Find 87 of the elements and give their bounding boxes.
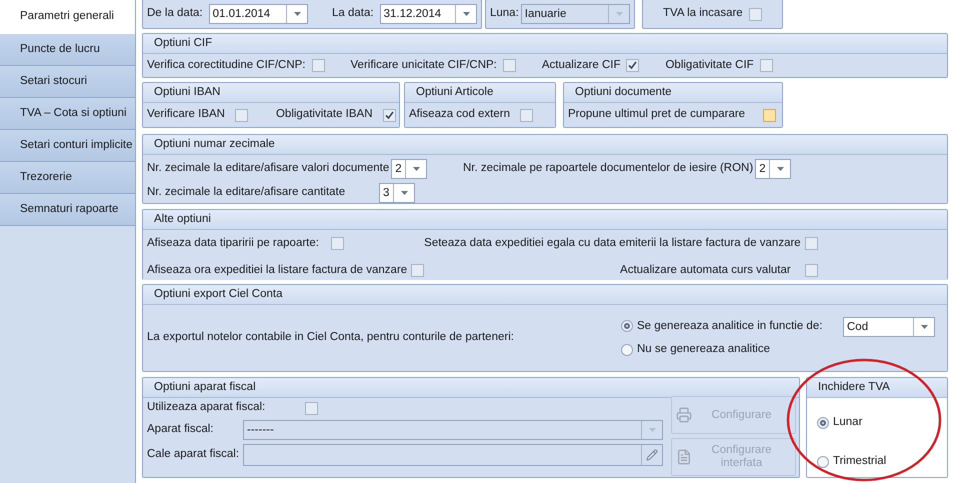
dropdown-value: ------- bbox=[246, 423, 275, 438]
checkbox[interactable] bbox=[763, 108, 776, 122]
dropdown-value: 2 bbox=[394, 162, 403, 177]
checkbox[interactable] bbox=[804, 237, 818, 250]
caret-icon bbox=[920, 325, 928, 329]
option-label: Afiseaza ora expeditiei la listare factura de vanzare bbox=[147, 263, 408, 278]
caret-icon bbox=[412, 167, 420, 171]
panel-title: Optiuni export Ciel Conta bbox=[154, 286, 282, 302]
panel-title: Optiuni Articole bbox=[416, 84, 494, 100]
caret-icon bbox=[400, 191, 408, 195]
caret-icon bbox=[648, 428, 656, 432]
panel-title: Optiuni documente bbox=[575, 84, 672, 100]
option-label: Actualizare CIF bbox=[542, 58, 620, 73]
radio-label: Se genereaza analitice in functie de: bbox=[637, 318, 822, 334]
sidebar-item[interactable]: Semnaturi rapoarte bbox=[0, 194, 135, 226]
dropdown-field[interactable]: 2 bbox=[755, 159, 792, 179]
radio-button[interactable] bbox=[621, 344, 633, 356]
radio-button[interactable] bbox=[817, 456, 829, 468]
radio-label: Nu se genereaza analitice bbox=[637, 342, 770, 357]
export-description: La exportul notelor contabile in Ciel Conta, pentru conturile de parteneri: bbox=[147, 330, 515, 346]
checkbox[interactable] bbox=[312, 59, 325, 72]
checkbox[interactable] bbox=[760, 59, 773, 72]
dropdown-field[interactable]: 01.01.2014 bbox=[208, 4, 308, 24]
option-label: Afiseaza data tiparirii pe rapoarte: bbox=[147, 236, 319, 251]
dropdown-value: Cod bbox=[846, 320, 870, 335]
field-label: Cale aparat fiscal: bbox=[147, 447, 240, 462]
field-label: Nr. zecimale la editare/afisare cantitate bbox=[147, 185, 346, 200]
document-icon bbox=[676, 449, 692, 465]
field-label: Nr. zecimale la editare/afisare valori documente bbox=[147, 161, 390, 176]
sidebar-item[interactable]: Trezorerie bbox=[0, 162, 135, 194]
option-label: Obligativitate CIF bbox=[665, 58, 754, 73]
caret-icon bbox=[776, 167, 784, 171]
caret-icon bbox=[462, 12, 470, 16]
sidebar-item[interactable]: Setari stocuri bbox=[0, 66, 135, 98]
dropdown-field[interactable]: 3 bbox=[379, 183, 415, 203]
option-label: TVA la incasare bbox=[663, 6, 743, 22]
caret-icon bbox=[294, 12, 301, 16]
dropdown-value: Ianuarie bbox=[524, 7, 568, 22]
checkbox[interactable] bbox=[502, 59, 516, 72]
radio-button[interactable] bbox=[817, 416, 829, 429]
dropdown-value: 2 bbox=[758, 162, 767, 177]
option-label: Seteaza data expeditiei egala cu data emiterii la listare factura de vanzare bbox=[424, 236, 801, 251]
field-label: Utilizeaza aparat fiscal: bbox=[147, 400, 266, 416]
field-label: Aparat fiscal: bbox=[147, 422, 214, 438]
checkbox[interactable] bbox=[749, 8, 762, 20]
dropdown-field[interactable]: Cod bbox=[843, 317, 935, 337]
dropdown-field[interactable]: 31.12.2014 bbox=[380, 4, 477, 24]
option-label: Propune ultimul pret de cumparare bbox=[568, 107, 746, 122]
option-label: Actualizare automata curs valutar bbox=[620, 263, 791, 278]
dropdown-value: 3 bbox=[382, 186, 390, 201]
field-label: Luna: bbox=[490, 6, 519, 22]
dropdown-value: 31.12.2014 bbox=[382, 7, 442, 22]
panel-title: Optiuni numar zecimale bbox=[154, 136, 275, 152]
checkbox[interactable] bbox=[626, 59, 640, 72]
panel-title: Optiuni aparat fiscal bbox=[154, 380, 256, 395]
checkbox[interactable] bbox=[520, 108, 534, 122]
pencil-icon bbox=[646, 449, 658, 461]
field-label: De la data: bbox=[147, 6, 203, 22]
dropdown-field[interactable]: 2 bbox=[391, 159, 428, 179]
checkbox[interactable] bbox=[382, 108, 396, 122]
panel-title: Optiuni IBAN bbox=[154, 84, 220, 100]
checkbox[interactable] bbox=[804, 264, 818, 278]
field-label: La data: bbox=[332, 6, 374, 22]
option-label: Verificare IBAN bbox=[147, 107, 225, 122]
option-label: Verificare unicitate CIF/CNP: bbox=[350, 58, 497, 73]
sidebar-item[interactable]: TVA – Cota si optiuni bbox=[0, 98, 135, 130]
checkbox[interactable] bbox=[305, 402, 318, 414]
path-field[interactable] bbox=[243, 444, 663, 466]
panel-title: Optiuni CIF bbox=[154, 36, 212, 51]
option-label: Obligativitate IBAN bbox=[276, 107, 372, 122]
option-label: Afiseaza cod extern bbox=[409, 107, 510, 122]
sidebar-item[interactable]: Puncte de lucru bbox=[0, 34, 135, 66]
sidebar-item[interactable]: Setari conturi implicite bbox=[0, 130, 135, 162]
panel-title: Inchidere TVA bbox=[818, 380, 890, 395]
caret-icon bbox=[616, 12, 622, 16]
radio-label: Trimestrial bbox=[833, 454, 886, 470]
checkbox[interactable] bbox=[330, 237, 344, 250]
printer-icon bbox=[676, 407, 692, 423]
sidebar-item[interactable]: Parametri generali bbox=[0, 0, 135, 34]
field-label: Nr. zecimale pe rapoartele documentelor de iesire (RON) bbox=[463, 161, 754, 176]
radio-label: Lunar bbox=[833, 415, 862, 430]
option-label: Verifica corectitudine CIF/CNP: bbox=[147, 58, 306, 73]
dropdown-value: 01.01.2014 bbox=[212, 7, 272, 22]
panel-title: Alte optiuni bbox=[154, 212, 211, 227]
radio-button[interactable] bbox=[621, 320, 633, 332]
checkbox[interactable] bbox=[234, 108, 248, 122]
checkbox[interactable] bbox=[411, 264, 424, 278]
